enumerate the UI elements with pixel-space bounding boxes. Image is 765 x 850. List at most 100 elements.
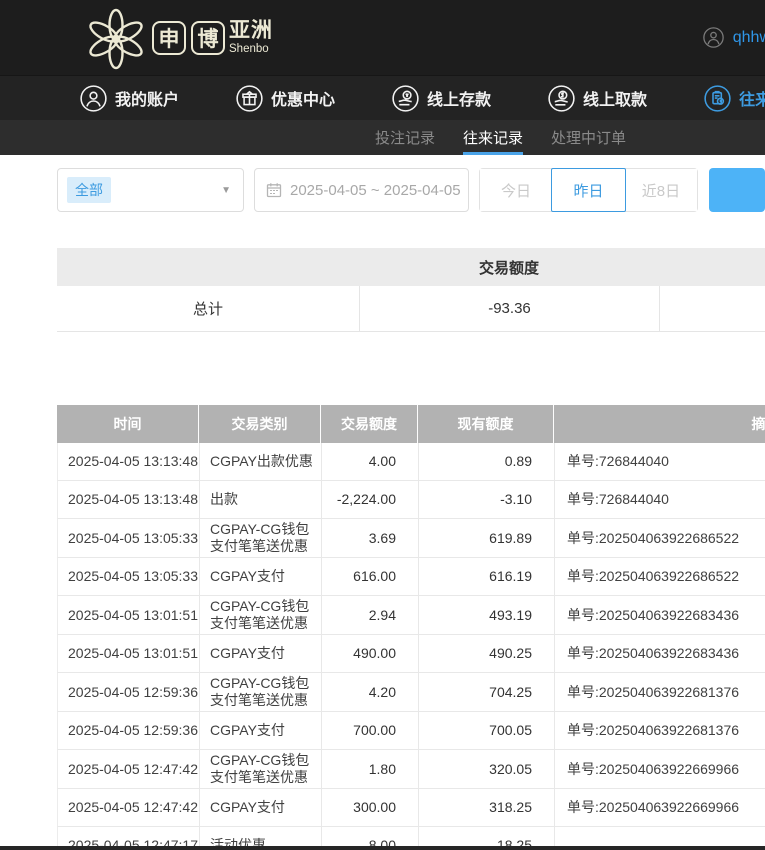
cell-summary: 单号:202504063922669966 xyxy=(554,750,765,788)
nav-item-promotions[interactable]: 优惠中心 xyxy=(236,84,336,112)
search-button[interactable] xyxy=(709,168,765,212)
table-row: 2025-04-05 12:59:36 CGPAY支付 700.00 700.0… xyxy=(57,712,765,750)
cell-amount: 700.00 xyxy=(321,712,418,749)
category-selected-chip: 全部 xyxy=(67,177,111,203)
cell-type: CGPAY支付 xyxy=(199,635,321,672)
summary-header-label: 交易额度 xyxy=(478,259,539,277)
col-header-amount: 交易额度 xyxy=(320,405,417,443)
cell-time: 2025-04-05 13:01:51 xyxy=(68,645,198,661)
table-row: 2025-04-05 12:47:42 CGPAY支付 300.00 318.2… xyxy=(57,789,765,827)
summary-total-row: 总计 -93.36 xyxy=(57,286,765,332)
cell-summary: 单号:202504063922686522 xyxy=(554,519,765,557)
cell-amount: 4.00 xyxy=(321,443,418,480)
table-row: 2025-04-05 13:01:51 CGPAY支付 490.00 490.2… xyxy=(57,635,765,673)
cell-type: CGPAY支付 xyxy=(199,558,321,595)
gift-icon xyxy=(236,84,263,112)
cell-amount: 2.94 xyxy=(321,596,418,634)
nav-label: 线上存款 xyxy=(427,92,492,109)
cell-time: 2025-04-05 13:01:51 xyxy=(68,606,198,623)
cell-summary: 单号:202504063922681376 xyxy=(554,673,765,711)
table-row: 2025-04-05 13:05:33 CGPAY支付 616.00 616.1… xyxy=(57,558,765,596)
cell-type: CGPAY-CG钱包支付笔笔送优惠 xyxy=(199,750,321,788)
nav-label: 我的账户 xyxy=(115,92,180,109)
cell-amount: 1.80 xyxy=(321,750,418,788)
app-header: 申 博 亚洲 Shenbo qhhw xyxy=(0,0,765,75)
nav-item-withdraw[interactable]: 线上取款 xyxy=(548,84,648,112)
today-button[interactable]: 今日 xyxy=(479,169,553,211)
flower-logo-icon xyxy=(89,8,143,69)
cell-summary: 单号:202504063922686522 xyxy=(554,558,765,595)
nav-label: 往来记录 xyxy=(739,92,765,109)
col-header-summary: 摘要 xyxy=(553,405,765,443)
summary-header-row: 交易额度 xyxy=(57,248,765,286)
col-header-time: 时间 xyxy=(113,416,142,432)
last-8-days-button[interactable]: 近8日 xyxy=(624,169,698,211)
username: qhhw xyxy=(732,28,765,46)
footer-strip xyxy=(0,846,765,850)
cell-type: CGPAY-CG钱包支付笔笔送优惠 xyxy=(199,519,321,557)
cell-amount: -2,224.00 xyxy=(321,481,418,518)
user-account[interactable]: qhhw xyxy=(702,0,765,75)
cell-time: 2025-04-05 12:47:42 xyxy=(68,760,198,777)
table-row: 2025-04-05 12:59:36 CGPAY-CG钱包支付笔笔送优惠 4.… xyxy=(57,673,765,712)
records-subnav: 投注记录 往来记录 处理中订单 xyxy=(0,120,765,155)
table-row: 2025-04-05 13:05:33 CGPAY-CG钱包支付笔笔送优惠 3.… xyxy=(57,519,765,558)
filter-bar: 全部 ▼ 2025-04-05 ~ 2025-04-05 今日 昨日 近8日 xyxy=(57,168,765,212)
nav-label: 优惠中心 xyxy=(271,92,336,109)
table-row: 2025-04-05 12:47:42 CGPAY-CG钱包支付笔笔送优惠 1.… xyxy=(57,750,765,789)
nav-label: 线上取款 xyxy=(583,92,648,109)
cell-amount: 490.00 xyxy=(321,635,418,672)
calendar-icon xyxy=(266,183,282,198)
yesterday-button[interactable]: 昨日 xyxy=(551,168,626,212)
withdraw-icon xyxy=(548,84,575,112)
category-select[interactable]: 全部 ▼ xyxy=(57,168,244,212)
cell-type: CGPAY支付 xyxy=(199,789,321,826)
cell-type: CGPAY-CG钱包支付笔笔送优惠 xyxy=(199,596,321,634)
nav-item-my-account[interactable]: 我的账户 xyxy=(80,84,180,112)
cell-balance: 616.19 xyxy=(418,558,554,595)
cell-time: 2025-04-05 13:13:48 xyxy=(68,491,198,507)
cell-amount: 300.00 xyxy=(321,789,418,826)
cell-summary: 单号:726844040 xyxy=(554,443,765,480)
cell-time: 2025-04-05 13:13:48 xyxy=(68,453,198,469)
cell-balance: -3.10 xyxy=(418,481,554,518)
summary-total-value: -93.36 xyxy=(359,286,659,331)
nav-item-deposit[interactable]: 线上存款 xyxy=(392,84,492,112)
brand-wordmark: 亚洲 Shenbo xyxy=(229,20,273,56)
cell-type: CGPAY支付 xyxy=(199,712,321,749)
tab-processing-orders[interactable]: 处理中订单 xyxy=(551,120,626,155)
records-icon xyxy=(704,84,731,112)
brand-logo[interactable]: 申 博 亚洲 Shenbo xyxy=(84,6,273,70)
cell-balance: 700.05 xyxy=(418,712,554,749)
brand-char-bo: 博 xyxy=(191,20,225,55)
tab-transaction-records[interactable]: 往来记录 xyxy=(463,120,524,155)
cell-balance: 704.25 xyxy=(418,673,554,711)
col-header-type: 交易类别 xyxy=(198,405,320,443)
brand-characters: 申 博 xyxy=(152,20,225,55)
cell-balance: 320.05 xyxy=(418,750,554,788)
nav-item-records[interactable]: 往来记录 xyxy=(704,84,765,112)
cell-summary: 单号:202504063922683436 xyxy=(554,596,765,634)
table-row: 2025-04-05 13:13:48 出款 -2,224.00 -3.10 单… xyxy=(57,481,765,519)
cell-amount: 616.00 xyxy=(321,558,418,595)
cell-time: 2025-04-05 13:05:33 xyxy=(68,529,198,546)
cell-type: 出款 xyxy=(199,481,321,518)
table-row: 2025-04-05 13:01:51 CGPAY-CG钱包支付笔笔送优惠 2.… xyxy=(57,596,765,635)
cell-summary: 单号:202504063922683436 xyxy=(554,635,765,672)
main-nav: 我的账户 优惠中心 线上存款 线上取款 往来记录 xyxy=(0,75,765,120)
transactions-header-row: 时间 交易类别 交易额度 现有额度 摘要 xyxy=(57,405,765,443)
tab-betting-records[interactable]: 投注记录 xyxy=(375,120,435,155)
summary-total-label: 总计 xyxy=(192,301,223,318)
cell-time: 2025-04-05 12:47:42 xyxy=(68,799,198,815)
cell-balance: 490.25 xyxy=(418,635,554,672)
transactions-body: 2025-04-05 13:13:48 CGPAY出款优惠 4.00 0.89 … xyxy=(57,443,765,850)
cell-amount: 4.20 xyxy=(321,673,418,711)
table-row: 2025-04-05 13:13:48 CGPAY出款优惠 4.00 0.89 … xyxy=(57,443,765,481)
brand-region-label: 亚洲 xyxy=(229,18,273,42)
quick-date-group: 今日 昨日 近8日 xyxy=(478,168,699,212)
cell-balance: 0.89 xyxy=(418,443,554,480)
page: 申 博 亚洲 Shenbo qhhw 我的账户 xyxy=(0,0,765,850)
date-range-input[interactable]: 2025-04-05 ~ 2025-04-05 xyxy=(253,168,469,212)
cell-type: CGPAY出款优惠 xyxy=(199,443,321,480)
cell-time: 2025-04-05 12:59:36 xyxy=(68,683,198,700)
